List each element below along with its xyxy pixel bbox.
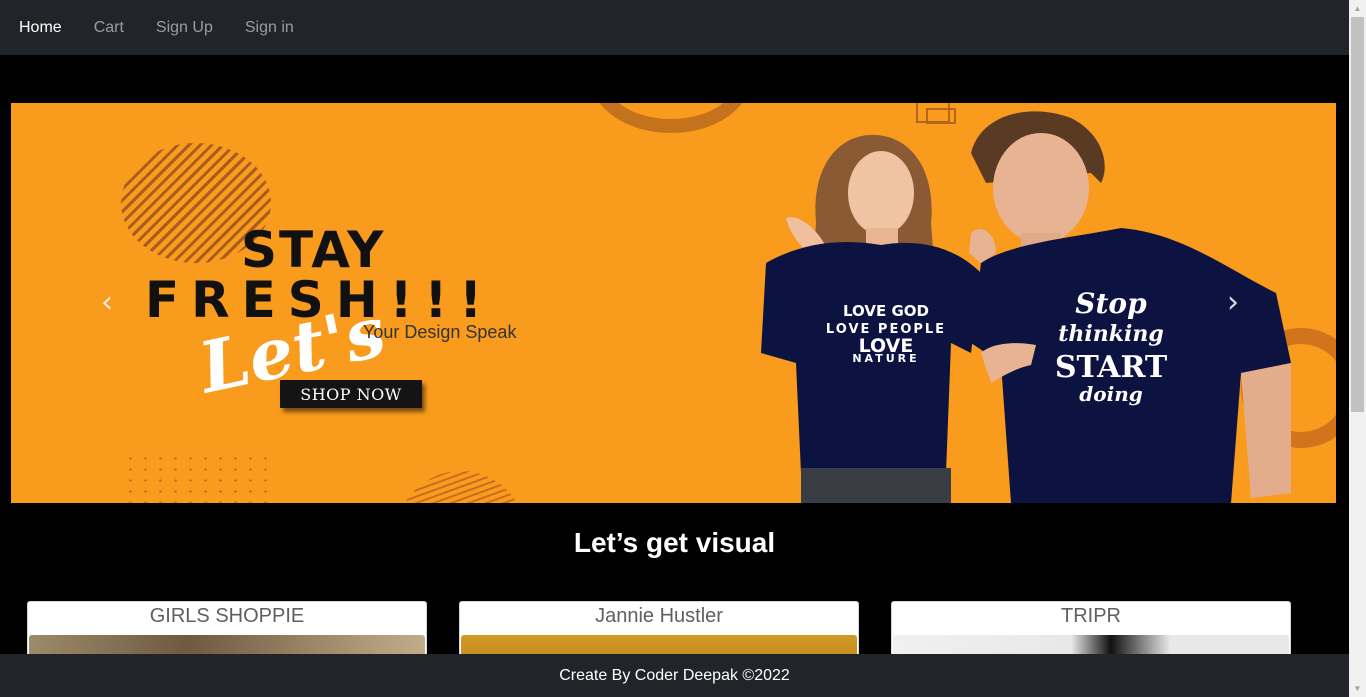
card-title: Jannie Hustler	[595, 605, 723, 627]
shirt-right-line3: START	[1055, 350, 1168, 385]
footer: Create By Coder Deepak ©2022	[0, 654, 1349, 697]
shop-now-button[interactable]: SHOP NOW	[280, 380, 422, 408]
navbar: Home Cart Sign Up Sign in	[0, 0, 1349, 55]
banner-tagline: Your Design Speak	[363, 322, 517, 342]
dots-decoration	[123, 453, 273, 503]
footer-text: Create By Coder Deepak ©2022	[559, 666, 790, 684]
page-scrollbar[interactable]: ▲ ▼	[1349, 0, 1366, 697]
scroll-thumb[interactable]	[1351, 17, 1364, 412]
striped-half-circle-decoration	[396, 471, 526, 503]
card-title: TRIPR	[1061, 605, 1121, 627]
shirt-right-line1: Stop	[1075, 287, 1147, 320]
scroll-down-icon[interactable]: ▼	[1349, 680, 1366, 697]
chevron-right-icon[interactable]: ›	[1227, 288, 1239, 318]
shirt-right-line4: doing	[1079, 382, 1142, 406]
couple-photo: LOVE GOD LOVE PEOPLE LOVE NATURE Stop th…	[761, 111, 1291, 503]
scroll-up-icon[interactable]: ▲	[1349, 0, 1366, 17]
nav-signin-link[interactable]: Sign in	[245, 19, 294, 37]
nav-home-link[interactable]: Home	[19, 19, 62, 37]
nav-cart-link[interactable]: Cart	[94, 19, 124, 37]
shirt-left-line4: NATURE	[852, 352, 919, 365]
banner-headline-stay: STAY	[241, 221, 386, 279]
shirt-left-line1: LOVE GOD	[843, 302, 929, 320]
hero-carousel: STAY FRESH!!! Let's Your Design Speak SH…	[11, 103, 1336, 503]
chevron-left-icon[interactable]: ‹	[101, 288, 113, 318]
section-title: Let’s get visual	[573, 527, 776, 558]
card-title: GIRLS SHOPPIE	[149, 605, 305, 627]
nav-signup-link[interactable]: Sign Up	[156, 19, 213, 37]
shirt-right-line2: thinking	[1058, 321, 1164, 347]
